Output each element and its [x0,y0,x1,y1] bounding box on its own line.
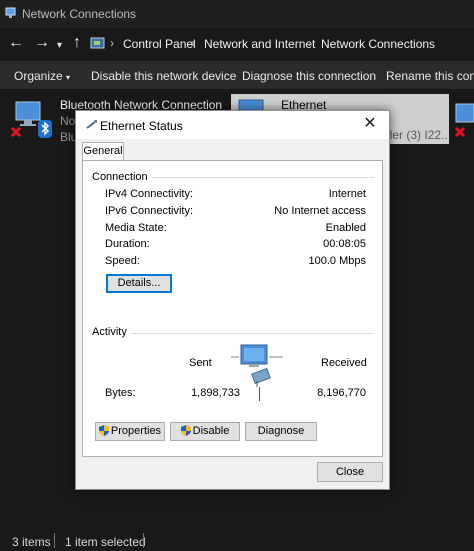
window-titlebar: Network Connections [0,0,474,28]
network-connections-icon [5,7,16,18]
network-activity-icon [231,344,283,387]
uac-shield-icon [180,425,191,436]
activity-group-label: Activity [92,326,131,338]
command-bar: Organize ▾ Disable this network device D… [0,61,474,89]
status-separator [54,533,55,548]
received-label: Received [321,357,367,369]
properties-button[interactable]: Properties [95,422,165,441]
close-button[interactable]: Close [317,462,383,482]
dialog-title: Ethernet Status [100,119,183,133]
dialog-titlebar: Ethernet Status ✕ [76,111,389,139]
ethernet-connection-adapter: ller (3) I22... [387,128,452,142]
duration-value: 00:08:05 [323,238,366,250]
recent-locations-chevron-icon[interactable]: ▾ [57,37,62,55]
item-count: 3 items [12,535,51,549]
chevron-down-icon: ▾ [66,73,71,82]
breadcrumb-separator: › [308,36,312,50]
breadcrumb-control-panel[interactable]: Control Panel [123,37,196,51]
address-bar: ← → ▾ ↑ › Control Panel › Network and In… [0,28,474,60]
breadcrumb-separator: › [110,36,114,50]
speed-label: Speed: [105,255,140,267]
diagnose-button[interactable]: Diagnose [245,422,317,441]
rename-connection-command[interactable]: Rename this conne [386,69,474,83]
breadcrumb-network-connections[interactable]: Network Connections [321,37,435,51]
ipv4-label: IPv4 Connectivity: [105,188,194,200]
organize-menu[interactable]: Organize ▾ [14,69,70,83]
ipv6-value: No Internet access [274,205,366,217]
media-state-value: Enabled [325,222,366,234]
ethernet-cable-icon [86,120,97,129]
general-tab-panel: Connection IPv4 Connectivity: Internet I… [82,160,383,457]
ethernet-status-dialog: Ethernet Status ✕ General Connection IPv… [75,110,390,490]
disable-label: Disable [192,425,230,437]
disable-device-command[interactable]: Disable this network device [91,69,236,83]
control-panel-icon [90,37,105,49]
diagnose-connection-command[interactable]: Diagnose this connection [242,69,376,83]
selection-count: 1 item selected [65,535,146,549]
uac-shield-icon [98,425,109,436]
bytes-sent-value: 1,898,733 [191,387,240,399]
bluetooth-connection-status: No [60,114,76,128]
bytes-divider [259,387,260,401]
organize-label: Organize [14,69,63,83]
disable-button[interactable]: Disable [170,422,240,441]
status-bar: 3 items 1 item selected [0,530,474,551]
tab-general[interactable]: General [82,142,124,162]
up-arrow-icon[interactable]: ↑ [73,34,81,52]
ipv4-value: Internet [328,188,366,200]
bytes-label: Bytes: [105,387,136,399]
group-divider [91,333,374,334]
close-icon[interactable]: ✕ [361,115,379,133]
bluetooth-network-icon [10,101,52,138]
sent-label: Sent [189,357,212,369]
window-title: Network Connections [22,7,137,21]
properties-label: Properties [110,425,162,437]
details-button[interactable]: Details... [106,274,172,293]
bytes-received-value: 8,196,770 [317,387,366,399]
back-arrow-icon[interactable]: ← [8,34,24,52]
duration-label: Duration: [105,238,150,250]
media-state-label: Media State: [105,222,167,234]
breadcrumb-network-and-internet[interactable]: Network and Internet [204,37,315,51]
forward-arrow-icon[interactable]: → [34,34,50,52]
breadcrumb-separator: › [191,36,195,50]
ipv6-label: IPv6 Connectivity: [105,205,194,217]
status-separator [143,533,144,548]
speed-value: 100.0 Mbps [308,255,366,267]
connection-group-label: Connection [92,171,152,183]
wifi-network-icon[interactable] [452,98,474,144]
